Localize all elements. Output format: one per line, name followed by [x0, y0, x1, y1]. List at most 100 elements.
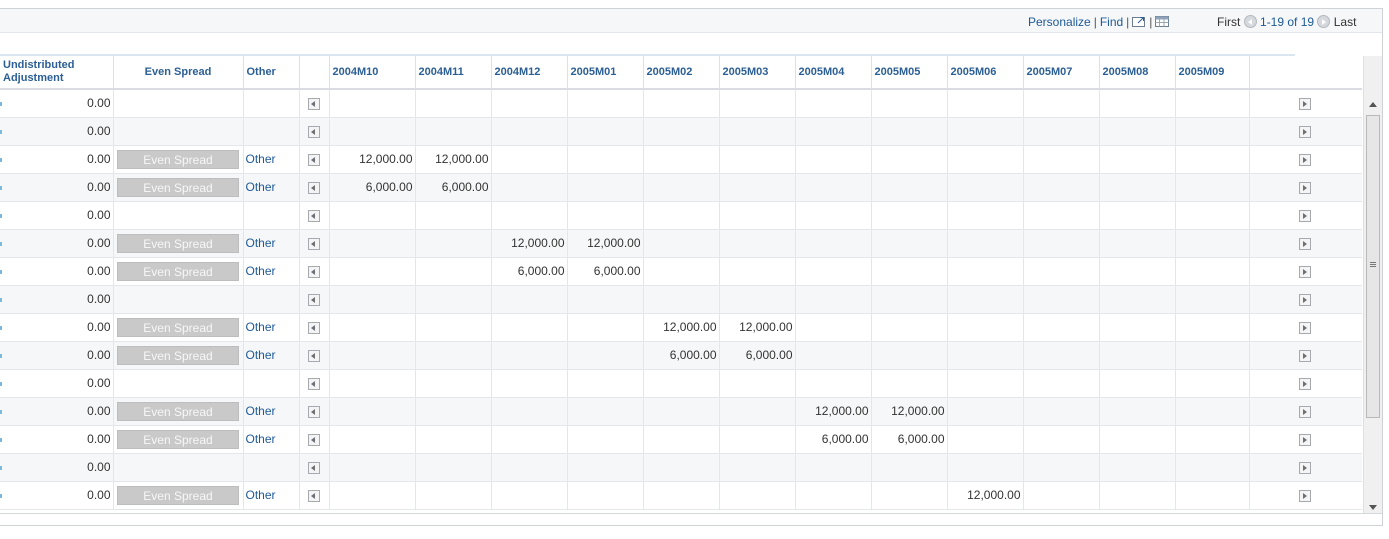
even-spread-button[interactable]: Even Spread — [117, 317, 239, 337]
period-amount-cell: 12,000.00 — [947, 481, 1024, 510]
scroll-right-icon[interactable] — [1298, 209, 1311, 222]
col-header-period[interactable]: 2005M09 — [1175, 56, 1250, 90]
even-spread-button[interactable]: Even Spread — [117, 485, 239, 505]
scroll-right-icon[interactable] — [1298, 489, 1311, 502]
period-amount-cell — [415, 117, 492, 146]
scroll-right-icon[interactable] — [1298, 293, 1311, 306]
scroll-right-icon[interactable] — [1298, 377, 1311, 390]
scroll-left-icon[interactable] — [308, 405, 320, 418]
even-spread-button[interactable]: Even Spread — [117, 261, 239, 281]
other-link[interactable]: Other — [246, 152, 276, 166]
scroll-right-icon[interactable] — [1298, 125, 1311, 138]
scroll-left-icon[interactable] — [308, 209, 320, 222]
col-header-undistributed[interactable]: Undistributed Adjustment — [0, 56, 114, 90]
col-header-period[interactable]: 2005M07 — [1023, 56, 1100, 90]
period-amount-cell — [719, 89, 796, 118]
col-header-period[interactable]: 2004M12 — [491, 56, 568, 90]
table-row: 0.00 Even Spread Other 12,000.00 12,000.00 — [0, 145, 1362, 174]
scroll-right-icon[interactable] — [1298, 153, 1311, 166]
scroll-left-icon[interactable] — [308, 489, 320, 502]
row-marker — [0, 353, 2, 358]
other-cell — [243, 285, 300, 314]
scroll-left-icon[interactable] — [308, 237, 320, 250]
scroll-left-icon[interactable] — [308, 461, 320, 474]
personalize-link[interactable]: Personalize — [1028, 15, 1091, 29]
col-header-scroll-right — [1249, 56, 1362, 90]
scroll-left-icon[interactable] — [308, 433, 320, 446]
other-link[interactable]: Other — [246, 264, 276, 278]
scroll-up-icon[interactable] — [1369, 102, 1377, 107]
scroll-right-icon[interactable] — [1298, 181, 1311, 194]
vertical-scrollbar[interactable] — [1363, 56, 1382, 513]
scroll-right-icon[interactable] — [1298, 265, 1311, 278]
period-amount-cell — [871, 341, 948, 370]
other-link[interactable]: Other — [246, 432, 276, 446]
scroll-right-icon[interactable] — [1298, 321, 1311, 334]
other-link[interactable]: Other — [246, 320, 276, 334]
col-header-period[interactable]: 2005M06 — [947, 56, 1024, 90]
period-amount-cell — [643, 285, 720, 314]
col-header-period[interactable]: 2005M03 — [719, 56, 796, 90]
scroll-right-icon[interactable] — [1298, 237, 1311, 250]
col-header-period[interactable]: 2005M01 — [567, 56, 644, 90]
even-spread-button[interactable]: Even Spread — [117, 177, 239, 197]
scroll-left-icon[interactable] — [308, 293, 320, 306]
scroll-right-icon[interactable] — [1298, 433, 1311, 446]
other-cell — [243, 89, 300, 118]
other-link[interactable]: Other — [246, 348, 276, 362]
period-amount-cell — [491, 481, 568, 510]
scroll-right-icon[interactable] — [1298, 461, 1311, 474]
even-spread-button[interactable]: Even Spread — [117, 429, 239, 449]
other-link[interactable]: Other — [246, 404, 276, 418]
scroll-left-cell — [299, 285, 330, 314]
col-header-period[interactable]: 2005M08 — [1099, 56, 1176, 90]
other-link[interactable]: Other — [246, 488, 276, 502]
period-amount-cell — [1023, 173, 1100, 202]
col-header-period[interactable]: 2004M10 — [329, 56, 416, 90]
col-header-period[interactable]: 2004M11 — [415, 56, 492, 90]
spreadsheet-download-icon[interactable] — [1155, 16, 1170, 27]
scrollbar-thumb[interactable] — [1366, 115, 1380, 418]
period-amount-cell — [719, 285, 796, 314]
scroll-left-icon[interactable] — [308, 265, 320, 278]
scroll-left-icon[interactable] — [308, 181, 320, 194]
scroll-left-icon[interactable] — [308, 98, 320, 111]
scroll-left-icon[interactable] — [308, 153, 320, 166]
col-header-period[interactable]: 2005M04 — [795, 56, 872, 90]
period-amount: 12,000.00 — [739, 320, 793, 334]
undistributed-adjustment-value: 0.00 — [87, 236, 111, 250]
first-label[interactable]: First — [1217, 15, 1240, 29]
scroll-left-icon[interactable] — [308, 125, 320, 138]
period-amount-cell — [643, 173, 720, 202]
period-amount-cell — [643, 117, 720, 146]
previous-arrow-icon[interactable] — [1243, 15, 1257, 28]
table-row: 0.00 Even Spread Other 12,000.00 12,000.00 — [0, 313, 1362, 342]
undistributed-adjustment-value: 0.00 — [87, 180, 111, 194]
col-header-period[interactable]: 2005M05 — [871, 56, 948, 90]
period-amount-cell — [871, 285, 948, 314]
col-header-period[interactable]: 2005M02 — [643, 56, 720, 90]
other-link[interactable]: Other — [246, 236, 276, 250]
even-spread-button[interactable]: Even Spread — [117, 233, 239, 253]
even-spread-button[interactable]: Even Spread — [117, 401, 239, 421]
new-window-icon[interactable] — [1132, 16, 1146, 27]
scroll-left-icon[interactable] — [308, 377, 320, 390]
scroll-down-icon[interactable] — [1369, 505, 1377, 510]
scroll-right-icon[interactable] — [1298, 349, 1311, 362]
next-arrow-icon[interactable] — [1317, 15, 1331, 28]
scroll-right-icon[interactable] — [1298, 98, 1311, 111]
scroll-left-icon[interactable] — [308, 349, 320, 362]
find-link[interactable]: Find — [1100, 15, 1123, 29]
period-amount-cell — [947, 257, 1024, 286]
scroll-right-icon[interactable] — [1298, 405, 1311, 418]
last-label[interactable]: Last — [1334, 15, 1357, 29]
scroll-left-cell — [299, 173, 330, 202]
period-amount: 6,000.00 — [821, 432, 869, 446]
scroll-left-icon[interactable] — [308, 321, 320, 334]
even-spread-button[interactable]: Even Spread — [117, 149, 239, 169]
even-spread-button[interactable]: Even Spread — [117, 345, 239, 365]
undistributed-adjustment-cell: 0.00 — [0, 425, 114, 454]
period-amount-cell — [415, 397, 492, 426]
period-amount-cell — [1023, 313, 1100, 342]
other-link[interactable]: Other — [246, 180, 276, 194]
